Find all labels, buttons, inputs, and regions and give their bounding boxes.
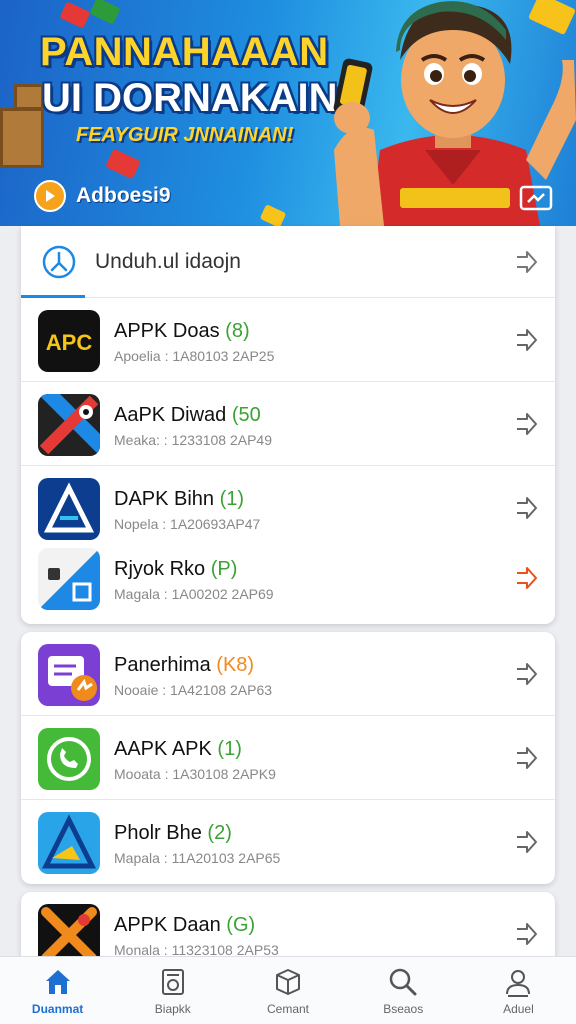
app-name: Pholr Bhe (2) [114, 822, 232, 845]
share-arrow-icon[interactable] [513, 565, 539, 591]
nav-label: Cemant [266, 1001, 310, 1016]
confetti-decoration [105, 148, 141, 180]
app-name: DAPK Bihn (1) [114, 488, 244, 511]
apps-card-secondary: Panerhima (K8) Nooaie : 1A42108 2AP63 AAPK… [21, 632, 555, 884]
app-list-item[interactable]: Panerhima (K8) Nooaie : 1A42108 2AP63 [21, 632, 555, 716]
share-arrow-icon[interactable] [513, 249, 539, 275]
bottom-navigation: Duanmat Biapkk Cemant Bseaos Aduel [0, 956, 576, 1024]
nav-item-home[interactable]: Duanmat [0, 957, 115, 1024]
box-icon [272, 966, 304, 998]
app-list-item[interactable]: AaPK Diwad (50 Meaka: : 1233108 2AP49 [21, 382, 555, 466]
app-tag: (2) [207, 822, 232, 844]
share-arrow-icon[interactable] [513, 495, 539, 521]
share-arrow-icon[interactable] [513, 327, 539, 353]
share-arrow-icon[interactable] [513, 829, 539, 855]
app-tag: (G) [226, 914, 256, 936]
app-name: Rjyok Rko (P) [114, 558, 237, 581]
app-name-text: DAPK Bihn [114, 488, 215, 510]
confetti-decoration [59, 1, 91, 29]
x-cross-icon[interactable] [38, 394, 100, 456]
app-name: Panerhima (K8) [114, 654, 254, 677]
fullscreen-icon[interactable] [518, 182, 554, 214]
nav-item-book[interactable]: Biapkk [115, 957, 230, 1024]
confetti-decoration [259, 204, 287, 226]
app-meta: Nopela : 1A20693AP47 [114, 516, 261, 532]
nav-item-user[interactable]: Aduel [461, 957, 576, 1024]
app-name: APPK Daan (G) [114, 914, 255, 937]
app-list-item[interactable]: Pholr Bhe (2) Mapala : 11A20103 2AP65 [21, 800, 555, 884]
app-meta: Apoelia : 1A80103 2AP25 [114, 348, 275, 364]
triangle-a-icon[interactable] [38, 478, 100, 540]
app-name: AAPK APK (1) [114, 738, 242, 761]
app-name-text: AaPK Diwad [114, 404, 227, 426]
apc-icon[interactable]: APC [38, 310, 100, 372]
banner-chip-label: Adboesi9 [76, 184, 171, 207]
app-meta: Magala : 1A00202 2AP69 [114, 586, 274, 602]
crate-decoration [14, 84, 44, 110]
share-arrow-icon[interactable] [513, 745, 539, 771]
app-name-text: Pholr Bhe [114, 822, 202, 844]
app-list-item[interactable]: AAPK APK (1) Mooata : 1A30108 2APK9 [21, 716, 555, 800]
app-name-text: APPK Daan [114, 914, 221, 936]
app-name-text: APPK Doas [114, 320, 220, 342]
nav-label: Duanmat [31, 1001, 84, 1016]
nav-label: Bseaos [383, 1001, 424, 1016]
confetti-decoration [89, 0, 121, 25]
app-list-item[interactable]: Rjyok Rko (P) Magala : 1A00202 2AP69 [21, 536, 555, 620]
banner-chip[interactable]: Adboesi9 [34, 180, 171, 212]
app-name-text: Panerhima [114, 654, 211, 676]
app-tag: (50 [231, 404, 261, 426]
blue-a-icon[interactable] [38, 812, 100, 874]
search-input[interactable]: Unduh.ul idaojn [95, 250, 241, 274]
user-icon [502, 966, 534, 998]
app-meta: Nooaie : 1A42108 2AP63 [114, 682, 273, 698]
clock-icon [42, 245, 76, 279]
map-icon[interactable] [38, 548, 100, 610]
app-tag: (1) [219, 488, 245, 510]
banner-subtitle: FEAYGUIR JNNAINAN! [76, 124, 294, 146]
messenger-icon[interactable] [38, 644, 100, 706]
phone-leaf-icon[interactable] [38, 728, 100, 790]
nav-label: Biapkk [154, 1001, 191, 1016]
promo-banner[interactable]: PANNAHAAAN UI DORNAKAIN FEAYGUIR JNNAINA… [0, 0, 576, 226]
app-meta: Mapala : 11A20103 2AP65 [114, 850, 281, 866]
play-icon [34, 180, 66, 212]
home-icon [42, 966, 74, 998]
app-tag: (8) [225, 320, 250, 342]
book-icon [157, 966, 189, 998]
app-name: APPK Doas (8) [114, 320, 250, 343]
app-tag: (K8) [216, 654, 255, 676]
app-name-text: Rjyok Rko [114, 558, 206, 580]
share-arrow-icon[interactable] [513, 921, 539, 947]
app-tag: (1) [217, 738, 242, 760]
share-arrow-icon[interactable] [513, 411, 539, 437]
nav-item-box[interactable]: Cemant [230, 957, 345, 1024]
app-meta: Mooata : 1A30108 2APK9 [114, 766, 276, 782]
crate-decoration [0, 108, 44, 168]
app-name: AaPK Diwad (50 [114, 404, 261, 427]
share-arrow-icon[interactable] [513, 661, 539, 687]
search-bar[interactable]: Unduh.ul idaojn [21, 226, 555, 298]
app-list-item[interactable]: APC APPK Doas (8) Apoelia : 1A80103 2AP25 [21, 298, 555, 382]
svg-text:APC: APC [46, 330, 93, 355]
app-meta: Meaka: : 1233108 2AP49 [114, 432, 273, 448]
apps-card-primary: Unduh.ul idaojn APC APPK Doas (8) Apoelia … [21, 226, 555, 624]
banner-title-line2: UI DORNAKAIN [42, 76, 338, 120]
app-tag: (P) [210, 558, 238, 580]
nav-label: Aduel [503, 1001, 534, 1016]
banner-title: PANNAHAAAN [40, 30, 329, 74]
nav-item-search[interactable]: Bseaos [346, 957, 461, 1024]
app-name-text: AAPK APK [114, 738, 212, 760]
search-icon [387, 966, 419, 998]
